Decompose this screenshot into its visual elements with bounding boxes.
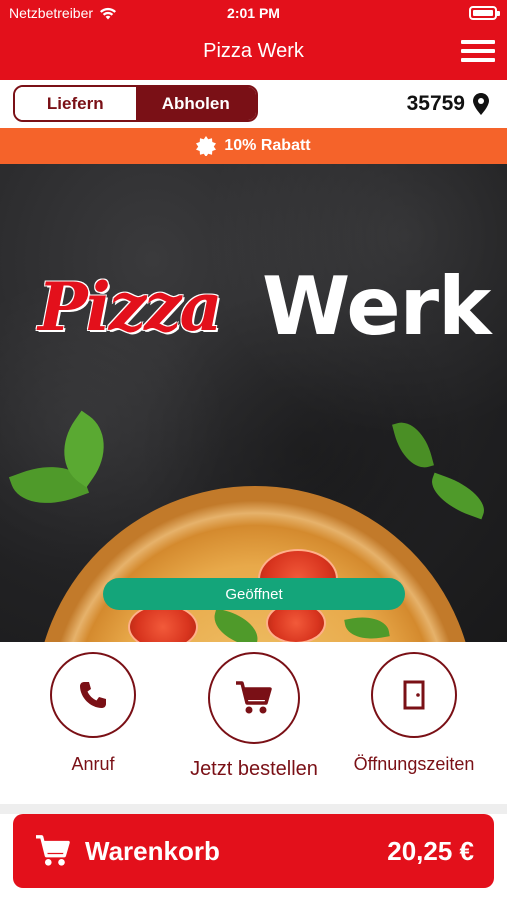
postal-code: 35759 — [406, 92, 465, 115]
map-pin-icon — [473, 93, 489, 115]
cart-icon — [236, 681, 272, 714]
cart-button[interactable]: Warenkorb 20,25 € — [13, 814, 494, 888]
cart-label: Warenkorb — [85, 835, 220, 866]
order-now-button[interactable]: Jetzt bestellen — [179, 652, 329, 781]
badge-icon — [196, 136, 217, 156]
call-button[interactable]: Anruf — [28, 652, 158, 775]
status-bar: Netzbetreiber 2:01 PM — [0, 0, 507, 26]
opening-hours-button[interactable]: Öffnungszeiten — [349, 652, 479, 775]
app-header: Netzbetreiber 2:01 PM Pizza Werk — [0, 0, 507, 80]
phone-icon — [80, 682, 106, 708]
promo-text: 10% Rabatt — [224, 137, 311, 154]
tab-abholen[interactable]: Abholen — [135, 87, 256, 120]
cart-icon — [36, 835, 70, 866]
logo-word-werk: Werk — [262, 260, 491, 353]
door-icon — [403, 680, 425, 710]
status-time: 2:01 PM — [227, 5, 280, 21]
cart-total: 20,25 € — [387, 835, 474, 866]
call-label: Anruf — [71, 754, 115, 774]
order-now-label: Jetzt bestellen — [190, 758, 318, 780]
opening-hours-label: Öffnungszeiten — [353, 754, 475, 774]
location-selector[interactable]: 35759 — [407, 92, 489, 116]
divider — [0, 804, 507, 814]
order-mode-row: Liefern Abholen 35759 — [0, 80, 507, 128]
open-status-badge: Geöffnet — [103, 578, 405, 610]
page-title: Pizza Werk — [203, 40, 304, 62]
tab-liefern[interactable]: Liefern — [15, 87, 136, 120]
logo-word-pizza: Pizza — [38, 268, 222, 346]
pizza-werk-logo: Pizza Werk — [38, 260, 491, 370]
order-mode-toggle: Liefern Abholen — [13, 85, 258, 122]
quick-actions: Anruf Jetzt bestellen Öffnungszeiten — [0, 642, 507, 804]
hero-banner: Pizza Werk Geöffnet — [0, 164, 507, 642]
promo-banner[interactable]: 10% Rabatt — [0, 128, 507, 164]
battery-icon — [469, 6, 500, 20]
hamburger-menu-icon[interactable] — [461, 38, 495, 64]
